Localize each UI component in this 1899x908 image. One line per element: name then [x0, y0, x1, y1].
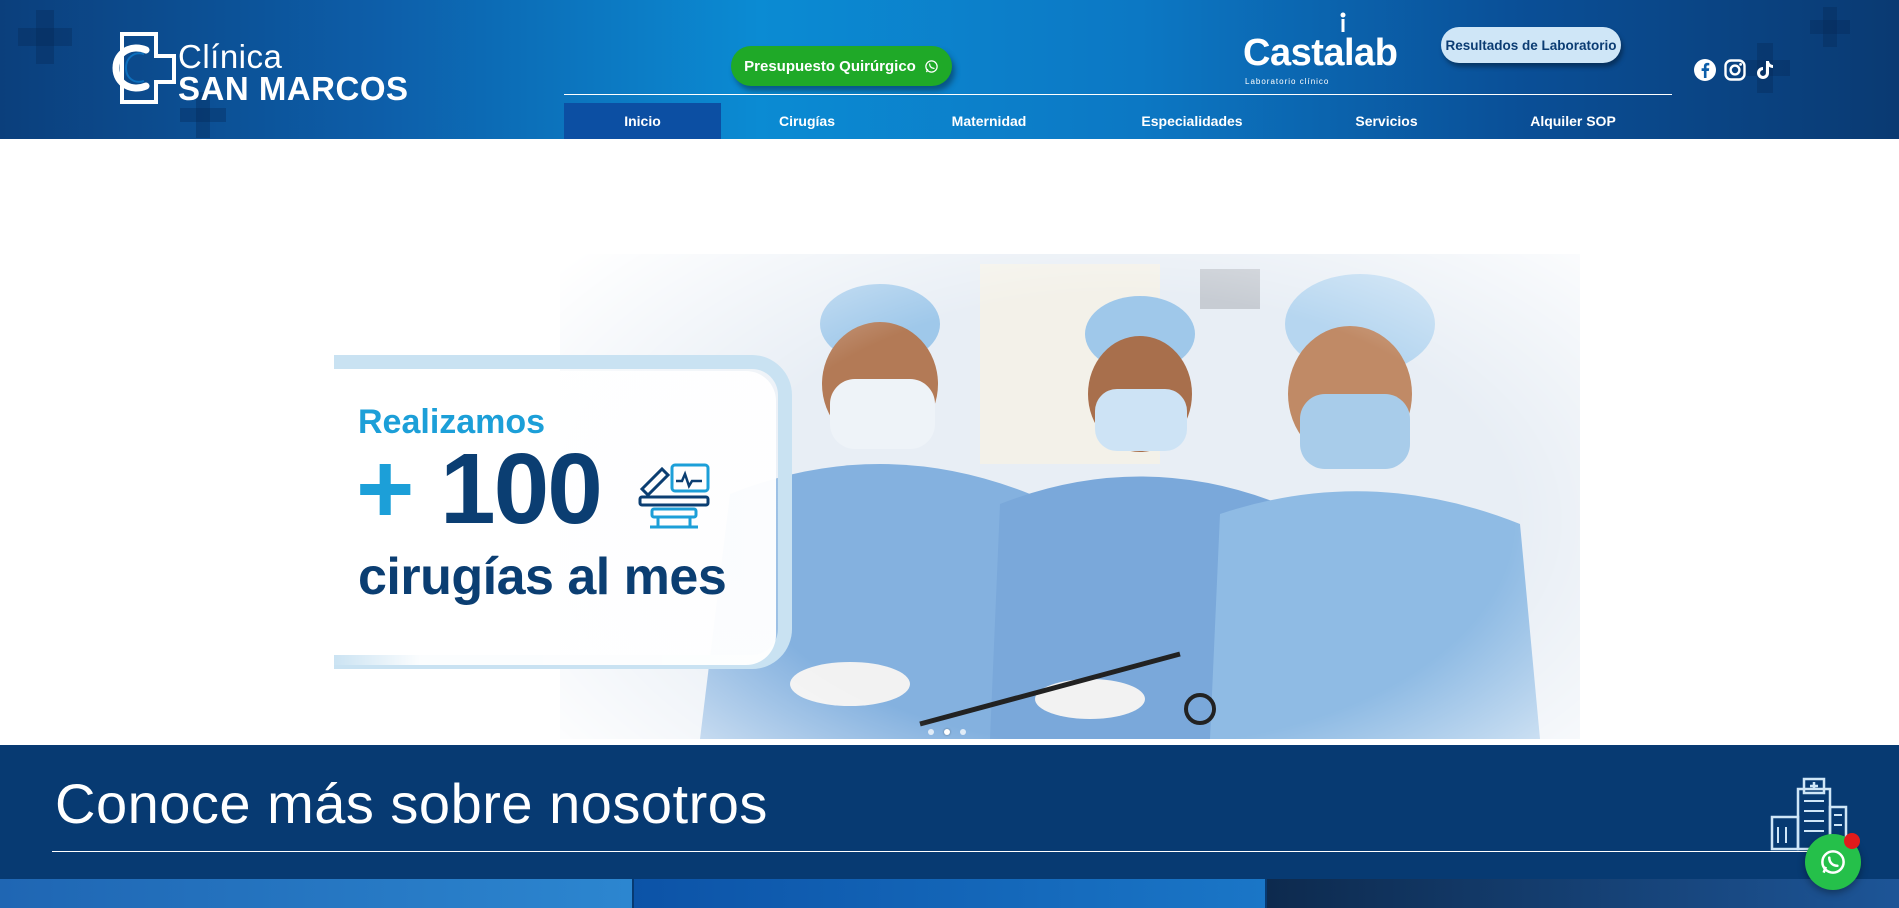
whatsapp-icon: [1821, 850, 1845, 874]
surgical-budget-label: Presupuesto Quirúrgico: [744, 57, 916, 75]
castalab-logo[interactable]: Castalab Laboratorio clínico: [1243, 12, 1398, 86]
nav-item-cirugias[interactable]: Cirugías: [721, 103, 893, 139]
about-card[interactable]: [1267, 879, 1899, 908]
hero-plus-sign: +: [356, 433, 415, 545]
nav-divider: [564, 94, 1672, 95]
surgery-equipment-icon: [638, 463, 710, 529]
about-divider: [52, 851, 1842, 852]
carousel-dots: [928, 729, 966, 735]
logo-text-san-marcos: SAN MARCOS: [178, 70, 409, 107]
nav-item-maternidad[interactable]: Maternidad: [893, 103, 1085, 139]
castalab-name: Castalab: [1243, 32, 1398, 74]
about-cards-row: [0, 879, 1899, 908]
carousel-dot-3[interactable]: [960, 729, 966, 735]
about-section: Conoce más sobre nosotros: [0, 745, 1899, 908]
hero-number: 100: [440, 433, 603, 545]
whatsapp-icon: [925, 59, 938, 73]
clinic-logo[interactable]: Clínica SAN MARCOS: [100, 32, 418, 107]
tiktok-icon[interactable]: [1753, 58, 1777, 82]
nav-item-alquiler-sop[interactable]: Alquiler SOP: [1474, 103, 1672, 139]
decorative-cross: [1810, 7, 1850, 47]
social-links: [1693, 58, 1777, 82]
about-card[interactable]: [0, 879, 632, 908]
logo-text-clinica: Clínica: [178, 38, 283, 75]
main-nav: Inicio Cirugías Maternidad Especialidade…: [564, 103, 1672, 139]
hero-slider[interactable]: Realizamos + 100 cirugías al mes: [0, 139, 1899, 739]
clinic-cross-logo-icon: [112, 32, 176, 104]
flask-icon: [1340, 12, 1346, 32]
nav-item-inicio[interactable]: Inicio: [564, 103, 721, 139]
hero-tagline: cirugías al mes: [358, 548, 727, 606]
about-card[interactable]: [633, 879, 1266, 908]
site-header: Clínica SAN MARCOS Presupuesto Quirúrgic…: [0, 0, 1899, 139]
carousel-dot-2[interactable]: [944, 729, 950, 735]
facebook-icon[interactable]: [1693, 58, 1717, 82]
nav-item-especialidades[interactable]: Especialidades: [1085, 103, 1299, 139]
nav-item-servicios[interactable]: Servicios: [1299, 103, 1474, 139]
carousel-dot-1[interactable]: [928, 729, 934, 735]
decorative-cross: [180, 92, 226, 138]
decorative-cross: [18, 10, 72, 64]
surgical-budget-button[interactable]: Presupuesto Quirúrgico: [731, 46, 952, 86]
notification-badge: [1844, 833, 1860, 849]
about-title: Conoce más sobre nosotros: [55, 772, 768, 835]
lab-results-button[interactable]: Resultados de Laboratorio: [1441, 27, 1621, 63]
castalab-subtitle: Laboratorio clínico: [1245, 77, 1330, 86]
instagram-icon[interactable]: [1723, 58, 1747, 82]
